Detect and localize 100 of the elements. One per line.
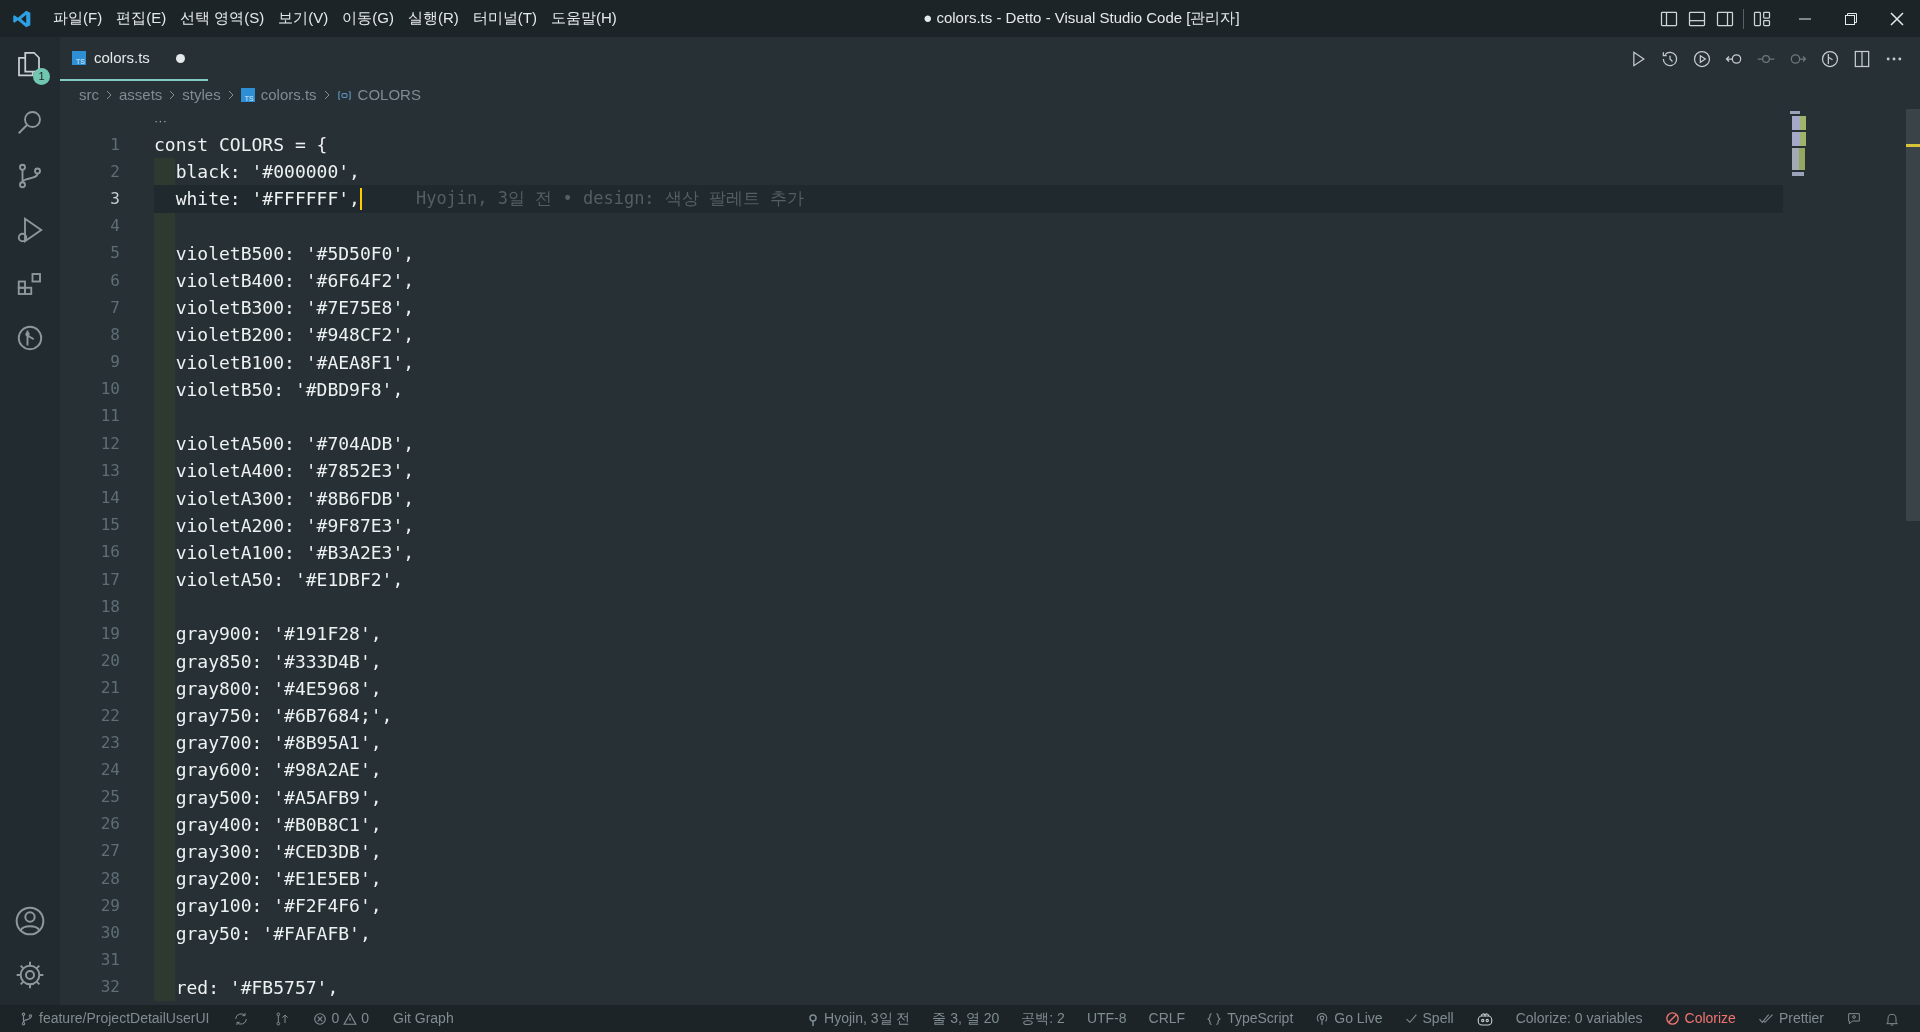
folded-region-marker[interactable]: ··· xyxy=(154,113,167,127)
line-number: 2 xyxy=(109,160,121,183)
go-live-status[interactable]: Go Live xyxy=(1315,1008,1383,1029)
braces-icon xyxy=(1207,1011,1222,1026)
chevron-right-icon xyxy=(168,89,177,101)
line-number: 25 xyxy=(99,786,121,809)
status-item[interactable]: Colorize: 0 variables xyxy=(1515,1008,1643,1029)
line-number: 17 xyxy=(99,568,121,591)
code-line: violetA100: '#B3A2E3', xyxy=(174,540,415,565)
code-line: gray500: '#A5AFB9', xyxy=(174,785,382,810)
menu-item[interactable]: 이동(G) xyxy=(335,7,401,30)
prettier-status[interactable]: Prettier xyxy=(1757,1008,1824,1029)
line-number: 20 xyxy=(99,650,121,673)
status-item[interactable]: CRLF xyxy=(1148,1008,1186,1029)
line-number: 10 xyxy=(99,378,121,401)
code-line: violetA500: '#704ADB', xyxy=(174,432,415,457)
line-number: 30 xyxy=(99,922,121,945)
colorize-status[interactable]: Colorize xyxy=(1664,1008,1736,1029)
chevron-right-icon xyxy=(226,89,235,101)
line-number: 12 xyxy=(99,432,121,455)
menu-item[interactable]: 도움말(H) xyxy=(544,7,624,30)
status-item[interactable]: 공백: 2 xyxy=(1021,1008,1065,1029)
code-line: gray600: '#98A2AE', xyxy=(174,758,382,783)
language-status[interactable]: TypeScript xyxy=(1207,1008,1294,1029)
line-number: 26 xyxy=(99,813,121,836)
play-circle-icon[interactable] xyxy=(1692,49,1712,69)
menu-item[interactable]: 파일(F) xyxy=(46,7,110,30)
code-line: violetB500: '#5D50F0', xyxy=(174,241,415,266)
chevron-right-icon xyxy=(105,89,113,101)
line-number: 27 xyxy=(99,840,121,863)
line-number: 23 xyxy=(99,731,121,754)
history-icon[interactable] xyxy=(1660,49,1680,69)
menu-item[interactable]: 터미널(T) xyxy=(465,7,544,30)
branch-status[interactable]: feature/ProjectDetailUserUI xyxy=(20,1008,210,1029)
breadcrumb-item[interactable]: styles xyxy=(182,83,221,107)
line-number: 4 xyxy=(109,215,121,238)
git-graph-icon[interactable] xyxy=(15,323,45,353)
code-line: gray800: '#4E5968', xyxy=(174,676,382,701)
line-number: 7 xyxy=(109,296,121,319)
code-line: violetA50: '#E1DBF2', xyxy=(174,568,404,593)
menu-item[interactable]: 실행(R) xyxy=(401,7,466,30)
feedback-icon[interactable] xyxy=(1846,1010,1862,1027)
line-number: 11 xyxy=(99,405,121,428)
account-icon[interactable] xyxy=(14,905,46,937)
line-number: 14 xyxy=(99,487,121,510)
breadcrumb-item[interactable]: src xyxy=(79,83,99,107)
app-logo-icon[interactable] xyxy=(12,8,32,29)
split-editor-icon[interactable] xyxy=(1852,49,1872,69)
spell-status[interactable]: Spell xyxy=(1404,1008,1454,1029)
blocked-icon xyxy=(1664,1011,1680,1026)
code-line: violetB400: '#6F64F2', xyxy=(174,269,415,294)
code-line: violetA300: '#8B6FDB', xyxy=(174,486,415,511)
line-number: 32 xyxy=(99,976,121,999)
chevron-right-icon xyxy=(322,89,331,101)
code-line: violetB200: '#948CF2', xyxy=(174,323,415,348)
code-line: gray700: '#8B95A1', xyxy=(174,731,382,756)
code-line: const COLORS = { xyxy=(154,133,328,158)
menu-item[interactable]: 선택 영역(S) xyxy=(173,7,272,30)
code-line: gray50: '#FAFAFB', xyxy=(174,921,371,946)
status-item[interactable]: 줄 3, 열 20 xyxy=(932,1008,1000,1029)
window-title: ● colors.ts - Detto - Visual Studio Code [관리자] xyxy=(923,8,1240,29)
status-item[interactable]: Git Graph xyxy=(393,1008,454,1029)
code-line: gray100: '#F2F4F6', xyxy=(174,894,382,919)
settings-icon[interactable] xyxy=(14,959,46,991)
line-number: 9 xyxy=(109,351,121,374)
code-line: black: '#000000', xyxy=(174,160,360,185)
line-number: 13 xyxy=(99,459,121,482)
broadcast-icon xyxy=(1315,1011,1330,1026)
code-line: violetB50: '#DBD9F8', xyxy=(174,377,404,402)
code-line: gray200: '#E1E5EB', xyxy=(174,867,382,892)
branch-publish-icon[interactable] xyxy=(273,1010,290,1027)
line-number: 1 xyxy=(109,133,121,156)
blame-status[interactable]: Hyojin, 3일 전 xyxy=(807,1008,911,1029)
menu-item[interactable]: 보기(V) xyxy=(271,7,336,30)
code-line: gray750: '#6B7684;', xyxy=(174,704,393,729)
breadcrumb-item[interactable]: colors.ts xyxy=(260,83,317,107)
breadcrumb-item[interactable]: COLORS xyxy=(357,83,421,107)
run-debug-icon[interactable] xyxy=(15,215,45,245)
code-line: gray850: '#333D4B', xyxy=(174,649,382,674)
scrollbar-thumb[interactable] xyxy=(1906,109,1920,521)
line-number: 19 xyxy=(99,622,121,645)
line-number: 6 xyxy=(109,269,121,292)
sync-icon[interactable] xyxy=(233,1010,250,1027)
tab-label: colors.ts xyxy=(94,47,150,68)
line-number: 16 xyxy=(99,541,121,564)
code-line: gray400: '#B0B8C1', xyxy=(174,812,382,837)
status-item[interactable]: UTF-8 xyxy=(1086,1008,1127,1029)
menu-item[interactable]: 편집(E) xyxy=(109,7,174,30)
line-number: 31 xyxy=(99,949,121,972)
double-check-icon xyxy=(1757,1012,1774,1025)
line-number: 24 xyxy=(99,758,121,781)
error-icon xyxy=(313,1011,328,1026)
git-graph-icon[interactable] xyxy=(1820,49,1840,69)
code-line: violetA200: '#9F87E3', xyxy=(174,513,415,538)
line-number: 21 xyxy=(99,677,121,700)
code-line: violetB300: '#7E75E8', xyxy=(174,296,415,321)
breadcrumb-item[interactable]: assets xyxy=(119,83,163,107)
line-number: 3 xyxy=(109,187,121,210)
line-number: 8 xyxy=(109,323,121,346)
problems-status[interactable]: 0 0 xyxy=(313,1008,369,1029)
